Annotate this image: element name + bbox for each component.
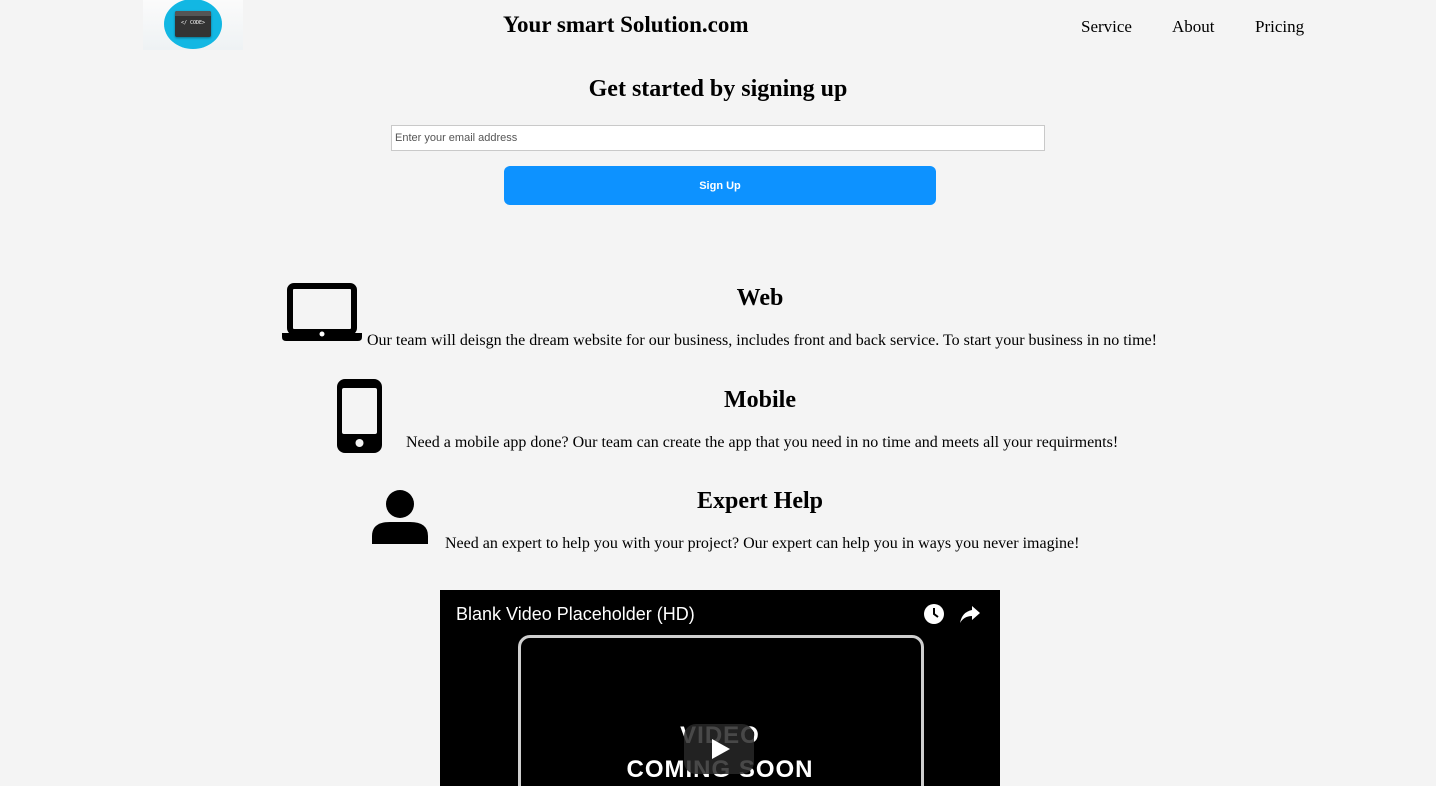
video-player[interactable]: VIDEO COMING SOON Blank Video Placeholde…	[440, 590, 1000, 786]
feature-text-expert-help: Need an expert to help you with your pro…	[445, 535, 1080, 552]
nav-link-service[interactable]: Service	[1081, 17, 1132, 37]
signup-title: Get started by signing up	[588, 76, 848, 102]
logo[interactable]: </ CODE>	[143, 0, 243, 50]
nav-link-about[interactable]: About	[1172, 17, 1215, 37]
feature-text-mobile: Need a mobile app done? Our team can cre…	[406, 434, 1119, 451]
feature-text-web: Our team will deisgn the dream website f…	[367, 332, 1157, 349]
logo-circle: </ CODE>	[164, 0, 222, 49]
share-icon[interactable]	[959, 603, 981, 625]
code-window-icon: </ CODE>	[175, 11, 211, 37]
video-title[interactable]: Blank Video Placeholder (HD)	[456, 604, 695, 625]
play-icon[interactable]	[684, 724, 754, 774]
sign-up-button[interactable]: Sign Up	[504, 166, 936, 205]
clock-icon[interactable]	[923, 603, 945, 625]
feature-title-expert-help: Expert Help	[697, 488, 823, 514]
brand-title: Your smart Solution.com	[503, 12, 749, 37]
email-input[interactable]	[391, 125, 1045, 151]
feature-title-mobile: Mobile	[724, 387, 796, 413]
nav-link-pricing[interactable]: Pricing	[1255, 17, 1304, 37]
feature-title-web: Web	[736, 285, 784, 311]
logo-text: </ CODE>	[180, 20, 206, 26]
page: </ CODE> Your smart Solution.com Service…	[0, 0, 1436, 786]
